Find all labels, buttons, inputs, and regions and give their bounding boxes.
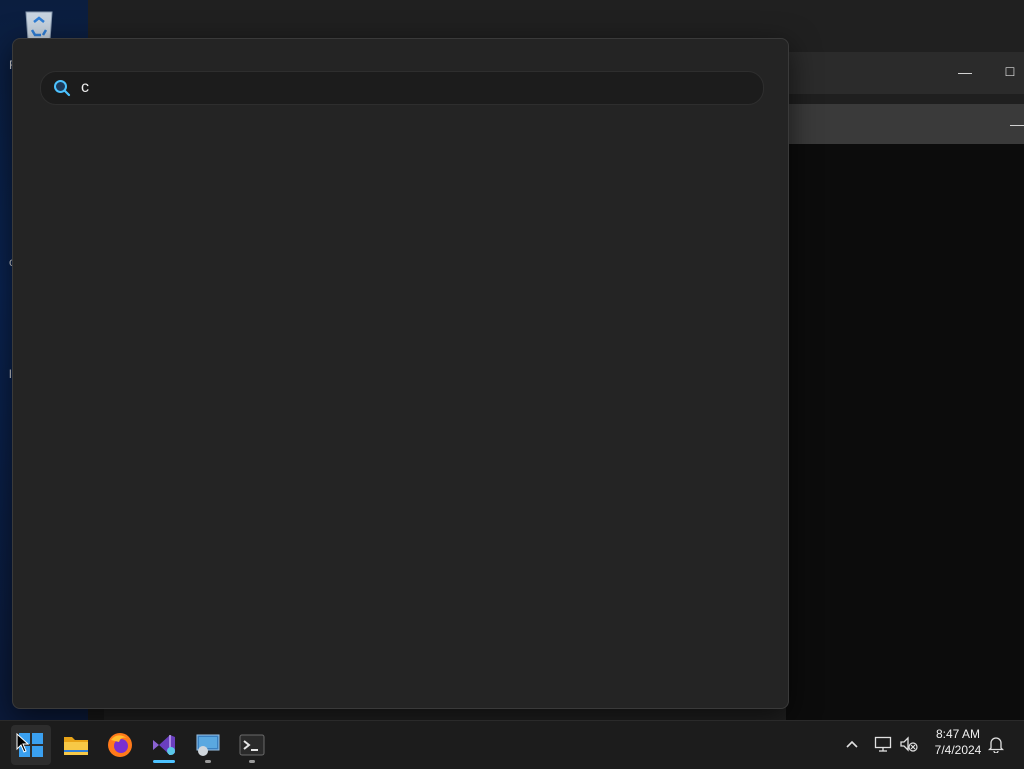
firefox-icon [108,733,132,757]
remote-desktop-icon [196,734,220,756]
clock-time: 8:47 AM [935,727,981,741]
minimize-button[interactable]: — [953,62,977,82]
maximize-button[interactable]: ☐ [998,62,1022,82]
background-window-titlebar: — ☐ [786,52,1024,94]
terminal-button[interactable] [232,725,272,765]
taskbar-clock[interactable]: 8:47 AM 7/4/2024 [928,726,988,758]
minimize-button[interactable]: — [1005,114,1024,134]
search-box[interactable] [40,71,764,105]
running-app-indicator [205,760,211,763]
running-app-indicator [249,760,255,763]
search-icon [54,80,71,97]
network-button[interactable] [872,733,894,755]
remote-desktop-button[interactable] [188,725,228,765]
chevron-up-icon [846,740,858,748]
visual-studio-button[interactable] [144,725,184,765]
visual-studio-icon [153,735,175,755]
search-flyout [12,38,789,709]
terminal-window-body [786,144,1024,720]
bell-icon [988,737,1004,753]
recycle-bin-icon[interactable] [20,8,58,42]
volume-button[interactable] [898,733,920,755]
file-explorer-button[interactable] [56,725,96,765]
folder-icon [64,737,88,755]
active-app-indicator [153,760,175,763]
clock-date: 7/4/2024 [934,743,982,757]
firefox-button[interactable] [100,725,140,765]
terminal-window-titlebar: — [786,104,1024,144]
terminal-icon [239,734,265,756]
show-hidden-icons-button[interactable] [841,733,863,755]
taskbar [0,720,1024,769]
notifications-button[interactable] [985,733,1007,755]
network-icon [874,736,892,752]
volume-muted-icon [900,736,918,752]
mouse-cursor-icon [16,733,30,753]
search-input[interactable] [81,76,721,100]
